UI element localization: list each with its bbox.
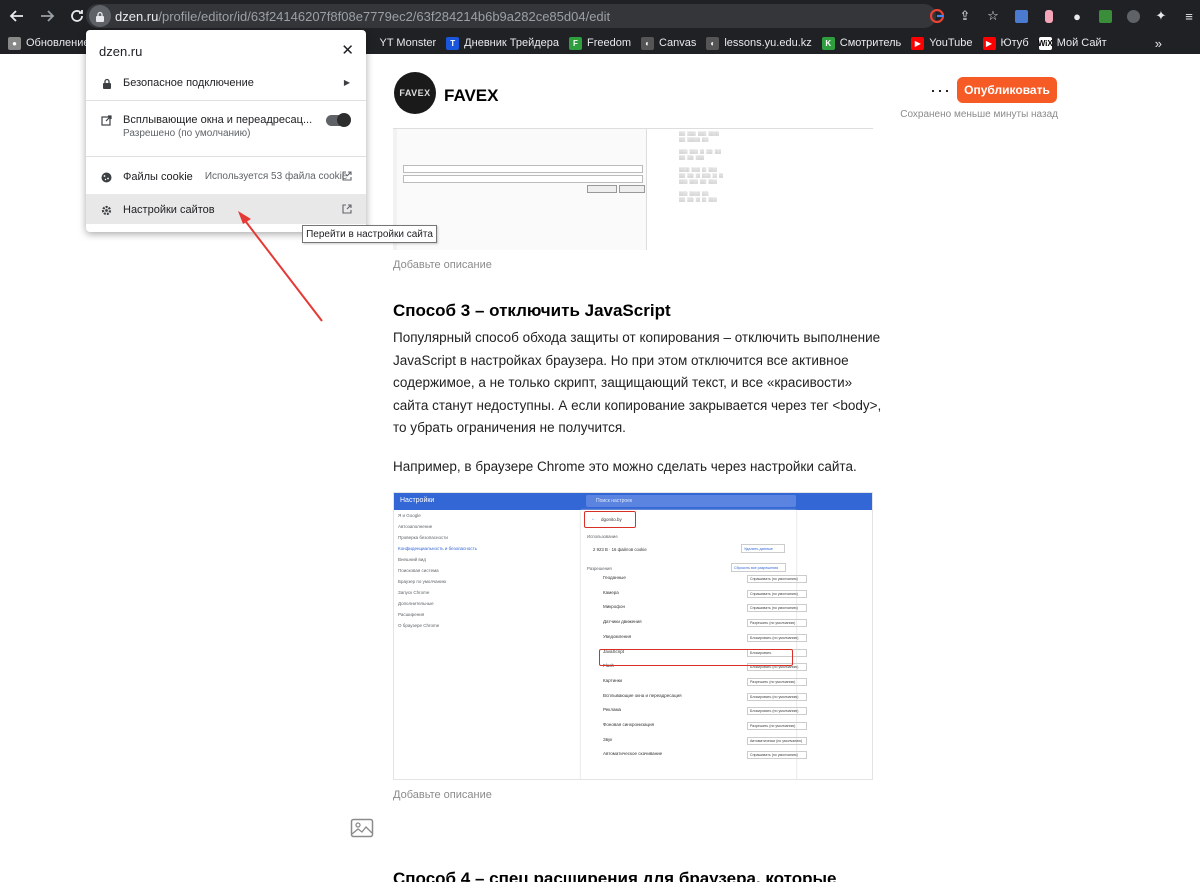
more-menu-icon[interactable]: ···: [930, 80, 951, 101]
settings-permission-select: Блокировать (по умолчанию): [747, 692, 807, 701]
gear-icon: [100, 204, 113, 217]
settings-permission-select: Спрашивать (по умолчанию): [747, 604, 807, 613]
secure-connection-item[interactable]: Безопасное подключение ▶: [86, 77, 366, 97]
settings-permission-select: Блокировать (по умолчанию): [747, 707, 807, 716]
settings-sidebar-item: Запуск Chrome: [398, 590, 430, 595]
settings-permission-row: Фоновая синхронизация Разрешить (по умолч…: [603, 722, 807, 734]
popups-status: Разрешено (по умолчанию): [123, 128, 251, 139]
popups-redirects-item[interactable]: Всплывающие окна и переадресац... Разреш…: [86, 114, 366, 146]
settings-sidebar-item: Автозаполнение: [398, 524, 433, 529]
settings-sidebar: Я и Google Автозаполнение Проверка безопас…: [398, 513, 578, 634]
site-info-popup: dzen.ru ✕ Безопасное подключение ▶ Всплы…: [86, 30, 366, 232]
settings-site-panel: ← dgonito.by Использование 2 923 B · 16 …: [581, 510, 807, 779]
add-image-icon[interactable]: [350, 818, 374, 838]
secure-connection-label: Безопасное подключение: [123, 77, 254, 89]
open-external-icon[interactable]: [342, 204, 352, 217]
settings-sidebar-item: Расширения: [398, 612, 425, 617]
popup-title: dzen.ru: [99, 44, 143, 59]
settings-permission-row: Датчики движения Разрешить (по умолчанию): [603, 619, 807, 631]
settings-permission-row: Уведомления Блокировать (по умолчанию): [603, 633, 807, 646]
author-avatar[interactable]: FAVEX: [394, 72, 436, 114]
settings-permission-label: Всплывающие окна и переадресация: [603, 692, 682, 698]
settings-sidebar-item: Внешний вид: [398, 557, 426, 562]
cookie-icon: [100, 171, 113, 184]
settings-permission-row: Геоданные Спрашивать (по умолчанию): [603, 575, 807, 587]
popups-label: Всплывающие окна и переадресац...: [123, 114, 313, 126]
site-settings-label: Настройки сайтов: [123, 204, 215, 216]
settings-sidebar-item: Проверка безопасности: [398, 535, 448, 540]
section-heading-4[interactable]: Способ 4 – спец расширения для браузера,…: [393, 869, 836, 882]
settings-permission-select: Спрашивать (по умолчанию): [747, 575, 807, 583]
chevron-right-icon: ▶: [343, 78, 350, 87]
settings-sidebar-item: Браузер по умолчанию: [398, 579, 447, 584]
settings-title: Настройки: [400, 497, 435, 504]
site-settings-item[interactable]: Настройки сайтов: [86, 194, 366, 224]
settings-search: Поиск настроек: [586, 495, 796, 507]
paragraph-2[interactable]: Например, в браузере Chrome это можно сд…: [393, 456, 883, 479]
settings-permission-label: Реклама: [603, 707, 622, 713]
popups-toggle[interactable]: [326, 113, 351, 127]
article-image-1[interactable]: ░░░ ░░░░ ░░░░ ░░░░░ ░░░ ░░░░░░ ░░░ ░░░░ ░░…: [393, 128, 873, 250]
settings-permission-label: Датчики движения: [603, 619, 642, 625]
cookies-item[interactable]: Файлы cookie Используется 53 файла cooki…: [86, 171, 366, 189]
settings-permission-row: Автоматическое скачивание Спрашивать (по …: [603, 751, 807, 763]
publish-button[interactable]: Опубликовать: [957, 77, 1057, 103]
image-1-chat: ░░░ ░░░░ ░░░░ ░░░░░ ░░░ ░░░░░░ ░░░ ░░░░ ░░…: [675, 129, 873, 250]
settings-permission-select: Автоматически (по умолчанию): [747, 736, 807, 745]
paragraph-1[interactable]: Популярный способ обхода защиты от копир…: [393, 327, 883, 440]
settings-permission-select: Спрашивать (по умолчанию): [747, 589, 807, 598]
settings-permission-select: Спрашивать (по умолчанию): [747, 751, 807, 760]
open-external-icon[interactable]: [342, 171, 352, 184]
settings-permission-select: Разрешить (по умолчанию): [747, 677, 807, 686]
settings-permission-label: Фоновая синхронизация: [603, 722, 655, 727]
cookies-label: Файлы cookie: [123, 171, 193, 183]
settings-usage-value: 2 923 B · 16 файлов cookie: [593, 547, 647, 552]
close-icon[interactable]: ✕: [341, 41, 354, 59]
settings-permission-row: Камера Спрашивать (по умолчанию): [603, 589, 807, 602]
settings-permission-row: Микрофон Спрашивать (по умолчанию): [603, 604, 807, 616]
settings-permission-label: Звук: [603, 736, 613, 742]
settings-sidebar-item: Поисковая система: [398, 568, 439, 573]
settings-sidebar-item: О браузере Chrome: [398, 623, 440, 628]
settings-sidebar-item: Дополнительные: [398, 601, 434, 606]
author-name: FAVEX: [444, 86, 499, 105]
settings-permission-label: Автоматическое скачивание: [603, 751, 663, 757]
highlight-javascript-box: [599, 649, 793, 666]
settings-usage-label: Использование: [587, 534, 618, 539]
image-caption-1[interactable]: Добавьте описание: [393, 259, 492, 271]
article-image-2[interactable]: Настройки Поиск настроек Я и Google Автоз…: [393, 492, 873, 780]
settings-permission-select: Блокировать (по умолчанию): [747, 633, 807, 642]
saved-status: Сохранено меньше минуты назад: [900, 109, 1058, 120]
external-window-icon: [100, 114, 113, 127]
settings-sidebar-item: Я и Google: [398, 513, 421, 518]
settings-header: Настройки Поиск настроек: [394, 493, 872, 510]
settings-permission-row: Реклама Блокировать (по умолчанию): [603, 707, 807, 719]
settings-permission-row: Всплывающие окна и переадресация Блокиров…: [603, 692, 807, 705]
settings-permission-label: Геоданные: [603, 575, 626, 580]
settings-permission-row: Звук Автоматически (по умолчанию): [603, 736, 807, 749]
site-settings-tooltip: Перейти в настройки сайта: [302, 225, 437, 243]
settings-permission-label: Микрофон: [603, 604, 625, 610]
highlight-site-box: [584, 511, 636, 528]
lock-icon: [100, 77, 113, 90]
settings-clear-data: Удалить данные: [741, 544, 785, 553]
cookies-count: Используется 53 файла cookie: [204, 171, 348, 182]
settings-sidebar-item: Конфиденциальность и безопасность: [398, 546, 477, 551]
settings-permission-label: Картинки: [603, 677, 623, 683]
settings-permission-select: Разрешить (по умолчанию): [747, 619, 807, 628]
settings-permission-row: Картинки Разрешить (по умолчанию): [603, 677, 807, 690]
settings-permission-label: Уведомления: [603, 633, 632, 639]
settings-perms-label: Разрешения: [587, 566, 612, 571]
section-heading-3[interactable]: Способ 3 – отключить JavaScript: [393, 301, 671, 321]
image-caption-2[interactable]: Добавьте описание: [393, 789, 492, 801]
settings-permission-label: Камера: [603, 589, 619, 595]
settings-reset-perms: Сбросить все разрешения: [731, 563, 786, 572]
settings-permission-select: Разрешить (по умолчанию): [747, 722, 807, 730]
